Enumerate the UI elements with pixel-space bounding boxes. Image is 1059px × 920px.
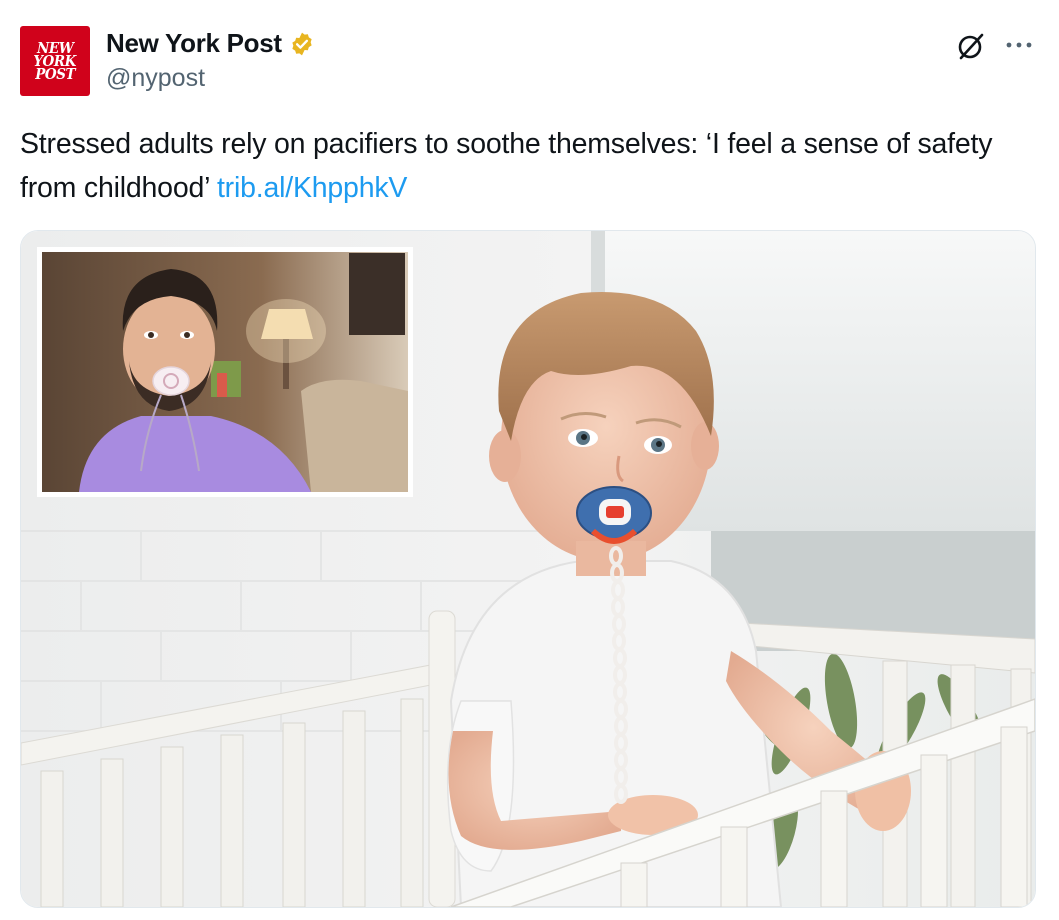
avatar-line-3: POST [35, 64, 75, 83]
media-photo [21, 231, 1035, 907]
tweet-link[interactable]: trib.al/KhpphkV [217, 172, 407, 204]
more-icon[interactable] [1004, 30, 1034, 60]
inset-photo [37, 247, 413, 497]
verified-badge-icon[interactable] [289, 31, 315, 57]
tweet-media[interactable] [20, 230, 1036, 908]
account-handle[interactable]: @nypost [106, 64, 205, 93]
tweet-header: NEW YORK POST New York Post @nypost [0, 0, 1059, 110]
account-name[interactable]: New York Post [106, 28, 282, 59]
name-row: New York Post [106, 28, 315, 59]
tweet-body: Stressed adults rely on pacifiers to soo… [20, 128, 993, 204]
tweet-text: Stressed adults rely on pacifiers to soo… [20, 122, 1030, 210]
grok-icon[interactable] [955, 30, 987, 62]
avatar[interactable]: NEW YORK POST [20, 26, 90, 96]
